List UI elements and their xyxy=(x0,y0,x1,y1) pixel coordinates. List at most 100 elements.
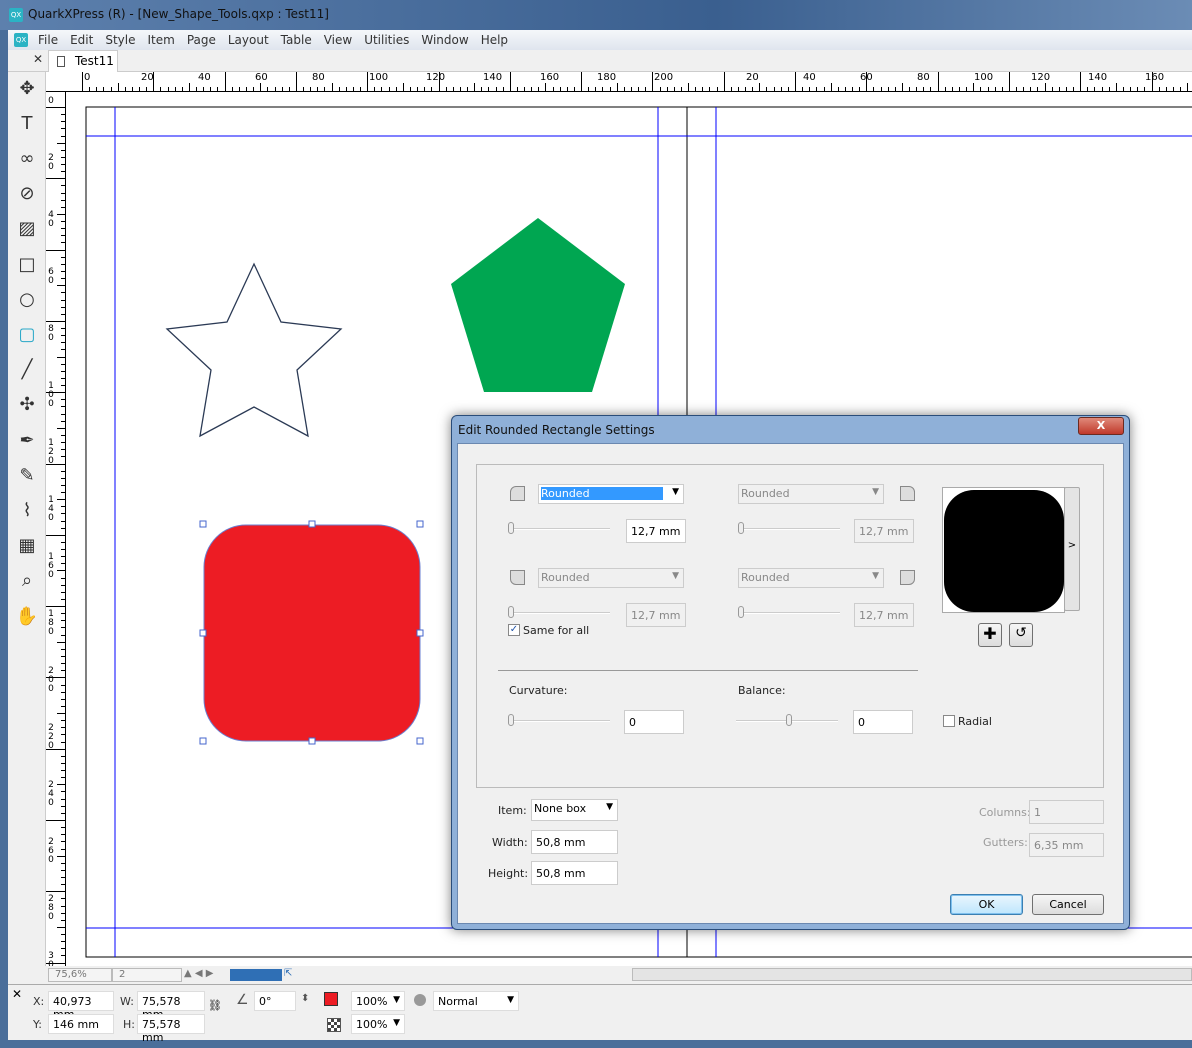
text-icon[interactable]: T xyxy=(13,109,41,137)
width-field[interactable]: 50,8 mm xyxy=(531,830,618,854)
x-field[interactable]: 40,973 mm xyxy=(48,991,114,1021)
corner-3-radius-field[interactable]: 12,7 mm xyxy=(626,603,686,627)
menu-view[interactable]: View xyxy=(318,33,358,47)
move-icon[interactable]: ✥ xyxy=(13,74,41,102)
blend-mode-icon xyxy=(414,994,426,1006)
document-menu-icon[interactable]: QX xyxy=(14,33,28,47)
page-field[interactable]: 2 xyxy=(112,968,182,982)
chevron-down-icon: ▼ xyxy=(507,995,514,1005)
sync-icon[interactable]: ⇱ xyxy=(284,968,292,979)
width-field[interactable]: 75,578 mm xyxy=(137,991,205,1021)
hand-icon[interactable]: ✋ xyxy=(13,602,41,630)
view-mode-icons[interactable] xyxy=(230,969,282,981)
same-for-all-checkbox[interactable]: ✓ xyxy=(508,624,520,636)
oval-icon[interactable]: ○ xyxy=(13,285,41,313)
menu-utilities[interactable]: Utilities xyxy=(358,33,415,47)
ok-button[interactable]: OK xyxy=(950,894,1023,915)
corner-2-radius-slider[interactable] xyxy=(738,522,840,534)
eyedropper-icon[interactable]: ⌇ xyxy=(13,496,41,524)
expand-preview-button[interactable]: > xyxy=(1064,487,1080,611)
menu-page[interactable]: Page xyxy=(181,33,222,47)
blend-value: Normal xyxy=(438,995,478,1008)
zoom-field[interactable]: 75,6% xyxy=(48,968,112,982)
ruler-label: 100 xyxy=(974,72,994,83)
tab-test11[interactable]: Test11 xyxy=(48,50,118,72)
ruler-label: 0 xyxy=(48,96,54,106)
star-shape-icon[interactable]: ✣ xyxy=(13,391,41,419)
menu-table[interactable]: Table xyxy=(275,33,318,47)
ruler-label: 0 xyxy=(84,72,91,83)
menu-file[interactable]: File xyxy=(32,33,64,47)
item-dropdown[interactable]: None box ▼ xyxy=(531,799,618,821)
y-field[interactable]: 146 mm xyxy=(48,1014,114,1034)
reset-icon[interactable]: ↺ xyxy=(1009,623,1033,647)
corner-2-radius-field[interactable]: 12,7 mm xyxy=(854,519,914,543)
unlink-icon[interactable]: ⊘ xyxy=(13,180,41,208)
curvature-slider[interactable] xyxy=(508,714,610,726)
height-field[interactable]: 50,8 mm xyxy=(531,861,618,885)
horizontal-ruler[interactable]: 0 20 40 60 80 100 120 140 160 180 200 20 40 60 80 100 12… xyxy=(46,72,1192,92)
corner-2-style-dropdown[interactable]: Rounded ▼ xyxy=(738,484,884,504)
corner-3-radius-slider[interactable] xyxy=(508,606,610,618)
page-up-icon[interactable]: ▲ ◀ ▶ xyxy=(184,968,213,979)
link-proportions-icon[interactable]: ⛓ xyxy=(208,999,222,1012)
menu-help[interactable]: Help xyxy=(475,33,514,47)
preview-shape xyxy=(944,490,1064,612)
y-label: Y: xyxy=(33,1018,42,1031)
horizontal-scrollbar[interactable] xyxy=(632,968,1192,981)
menu-edit[interactable]: Edit xyxy=(64,33,99,47)
curvature-field[interactable]: 0 xyxy=(624,710,684,734)
divider xyxy=(498,670,918,671)
pen-icon[interactable]: ✒ xyxy=(13,426,41,454)
menu-window[interactable]: Window xyxy=(415,33,474,47)
close-button[interactable]: X xyxy=(1078,417,1124,435)
table-icon[interactable]: ▦ xyxy=(13,532,41,560)
ruler-label: 140 xyxy=(1088,72,1108,83)
close-toolbox-icon[interactable]: ✕ xyxy=(33,52,43,66)
corner-3-style-dropdown[interactable]: Rounded ▼ xyxy=(538,568,684,588)
menu-style[interactable]: Style xyxy=(99,33,141,47)
picture-icon[interactable]: ▨ xyxy=(13,215,41,243)
balance-field[interactable]: 0 xyxy=(853,710,913,734)
corner-4-style-dropdown[interactable]: Rounded ▼ xyxy=(738,568,884,588)
height-field[interactable]: 75,578 mm xyxy=(137,1014,205,1044)
opacity-dropdown[interactable]: 100% ▼ xyxy=(351,991,405,1011)
radial-checkbox[interactable] xyxy=(943,715,955,727)
menu-layout[interactable]: Layout xyxy=(222,33,275,47)
item-label: Item: xyxy=(498,804,527,817)
corner-4-radius-slider[interactable] xyxy=(738,606,840,618)
chevron-down-icon: ▼ xyxy=(872,571,879,581)
close-palette-icon[interactable]: ✕ xyxy=(12,987,22,1001)
menu-item[interactable]: Item xyxy=(141,33,180,47)
color-swatch[interactable] xyxy=(324,992,338,1006)
shade-dropdown[interactable]: 100% ▼ xyxy=(351,1014,405,1034)
angle-field[interactable]: 0° xyxy=(254,991,296,1011)
ruler-label: 300 xyxy=(48,951,54,967)
corner-4-radius-field[interactable]: 12,7 mm xyxy=(854,603,914,627)
balance-slider[interactable] xyxy=(736,714,838,726)
ruler-label: 100 xyxy=(48,381,54,409)
angle-stepper-icon[interactable]: ⬍ xyxy=(301,993,309,1004)
line-icon[interactable]: ╱ xyxy=(13,356,41,384)
corner-1-radius-field[interactable]: 12,7 mm xyxy=(626,519,686,543)
blend-mode-dropdown[interactable]: Normal ▼ xyxy=(433,991,519,1011)
page-icon xyxy=(57,56,65,67)
add-icon[interactable]: ✚ xyxy=(978,623,1002,647)
chevron-down-icon: ▼ xyxy=(393,1018,400,1028)
rectangle-icon[interactable]: □ xyxy=(13,250,41,278)
rounded-rectangle-shape xyxy=(203,524,421,742)
corner-1-radius-slider[interactable] xyxy=(508,522,610,534)
cancel-button[interactable]: Cancel xyxy=(1032,894,1104,915)
linked-text-icon[interactable]: ∞ xyxy=(13,144,41,172)
rounded-rect-icon[interactable]: ▢ xyxy=(13,320,41,348)
gutters-field[interactable]: 6,35 mm xyxy=(1029,833,1104,857)
pencil-icon[interactable]: ✎ xyxy=(13,461,41,489)
balance-label: Balance: xyxy=(738,684,786,697)
columns-field[interactable]: 1 xyxy=(1029,800,1104,824)
vertical-ruler[interactable]: 0 20 40 60 80 100 120 140 160 180 200 220 240 260 280 3… xyxy=(46,92,66,966)
toolbox: ✥ T ∞ ⊘ ▨ □ ○ ▢ ╱ ✣ ✒ ✎ ⌇ ▦ ⌕ ✋ xyxy=(8,72,46,966)
zoom-icon[interactable]: ⌕ xyxy=(13,567,41,595)
shade-value: 100% xyxy=(356,1018,388,1031)
corner-1-style-dropdown[interactable]: Rounded ▼ xyxy=(538,484,684,504)
shape-preview xyxy=(942,487,1065,613)
